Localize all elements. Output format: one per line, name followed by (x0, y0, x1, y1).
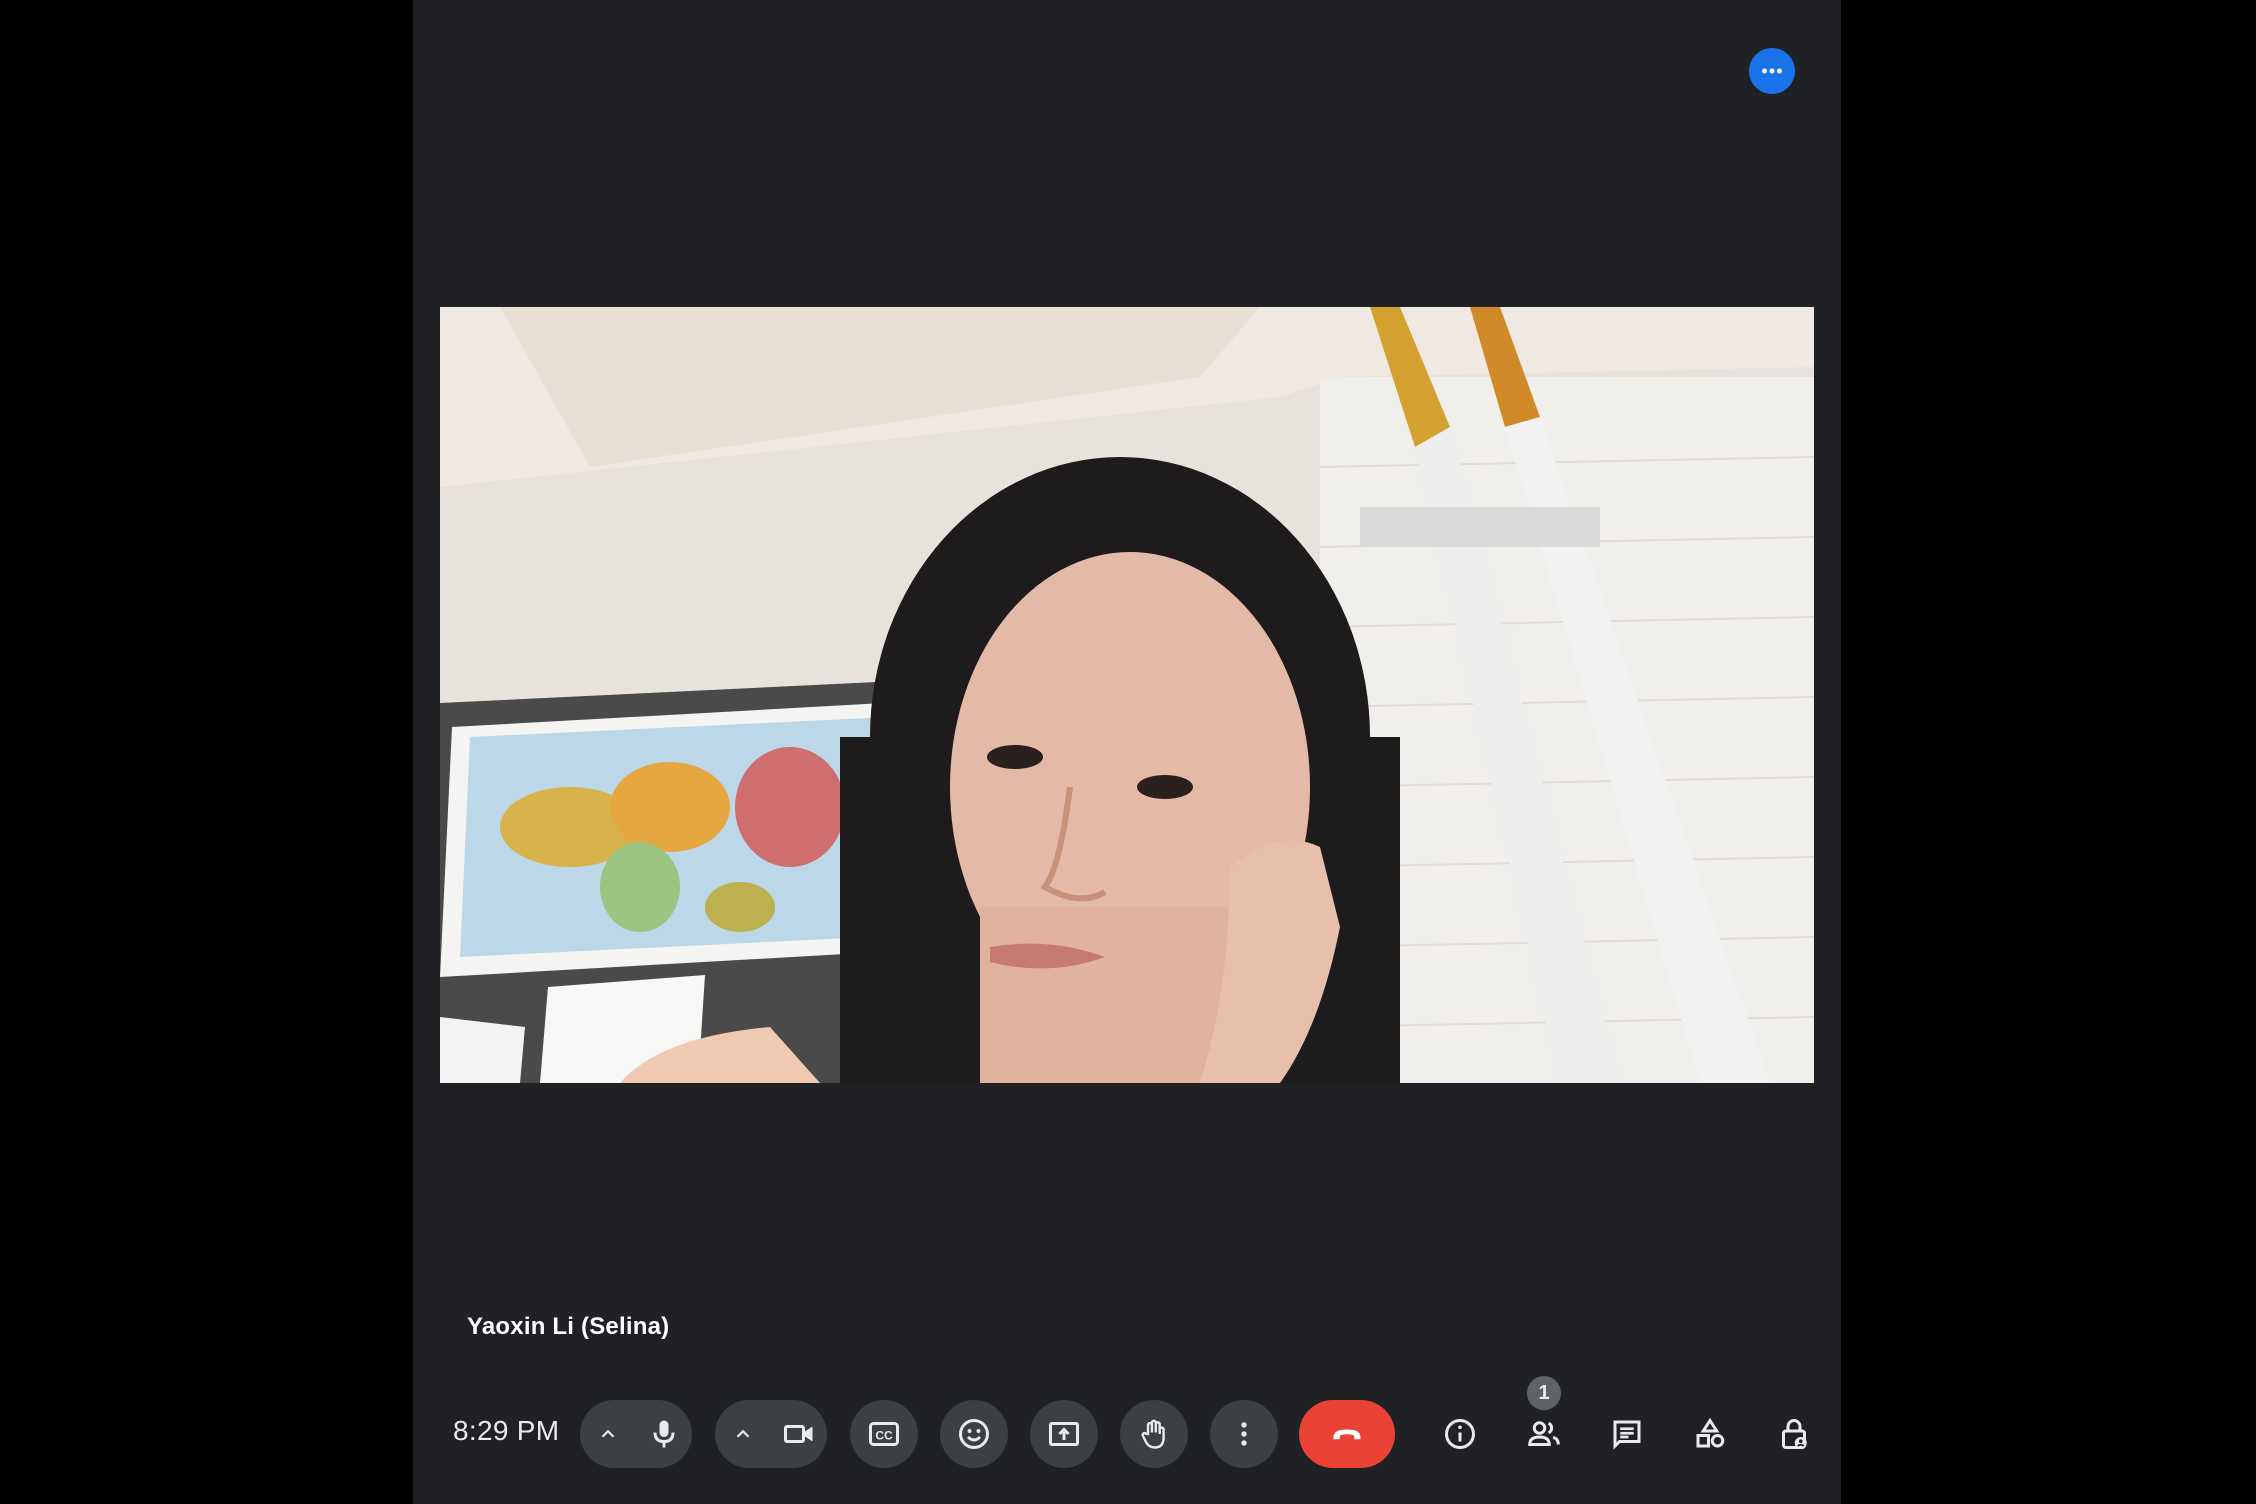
meeting-control-bar: 8:29 PM CC (413, 1394, 1841, 1474)
present-button[interactable] (1030, 1400, 1098, 1468)
shapes-icon (1696, 1417, 1725, 1448)
camera-button[interactable] (771, 1400, 827, 1468)
meeting-clock: 8:29 PM (453, 1415, 560, 1446)
svg-text:CC: CC (875, 1428, 893, 1442)
lock-person-icon (1782, 1419, 1807, 1449)
phone-hangup-icon (1333, 1429, 1361, 1440)
camera-feed-image (440, 307, 1814, 1083)
meeting-details-button[interactable] (1426, 1400, 1494, 1468)
emoji-icon (959, 1419, 989, 1449)
raise-hand-button[interactable] (1120, 1400, 1188, 1468)
videocam-icon (784, 1425, 813, 1443)
more-vertical-icon (1241, 1422, 1247, 1446)
more-horizontal-icon (1762, 68, 1782, 74)
reactions-button[interactable] (940, 1400, 1008, 1468)
participant-video (440, 307, 1814, 1083)
microphone-icon (653, 1420, 675, 1448)
more-options-button[interactable] (1210, 1400, 1278, 1468)
audio-settings-button[interactable] (580, 1400, 636, 1468)
audio-controls (580, 1400, 692, 1468)
participant-name-label: Yaoxin Li (Selina) (467, 1313, 670, 1340)
host-controls-button[interactable] (1760, 1400, 1828, 1468)
chat-button[interactable] (1593, 1400, 1661, 1468)
activities-button[interactable] (1676, 1400, 1744, 1468)
meeting-window: Yaoxin Li (Selina) 8:29 PM CC 1 (413, 0, 1841, 1504)
hand-icon (1141, 1419, 1165, 1449)
closed-captions-icon: CC (869, 1422, 899, 1446)
people-icon (1528, 1421, 1560, 1446)
microphone-button[interactable] (636, 1400, 692, 1468)
tile-options-button[interactable] (1749, 48, 1795, 94)
present-screen-icon (1049, 1422, 1079, 1446)
chevron-up-icon (736, 1429, 750, 1438)
video-settings-button[interactable] (715, 1400, 771, 1468)
chat-icon (1613, 1420, 1641, 1450)
captions-button[interactable]: CC (850, 1400, 918, 1468)
video-controls (715, 1400, 827, 1468)
people-button[interactable] (1510, 1400, 1578, 1468)
chevron-up-icon (601, 1429, 615, 1438)
people-count-badge: 1 (1527, 1376, 1561, 1410)
info-icon (1445, 1419, 1475, 1449)
end-call-button[interactable] (1299, 1400, 1395, 1468)
